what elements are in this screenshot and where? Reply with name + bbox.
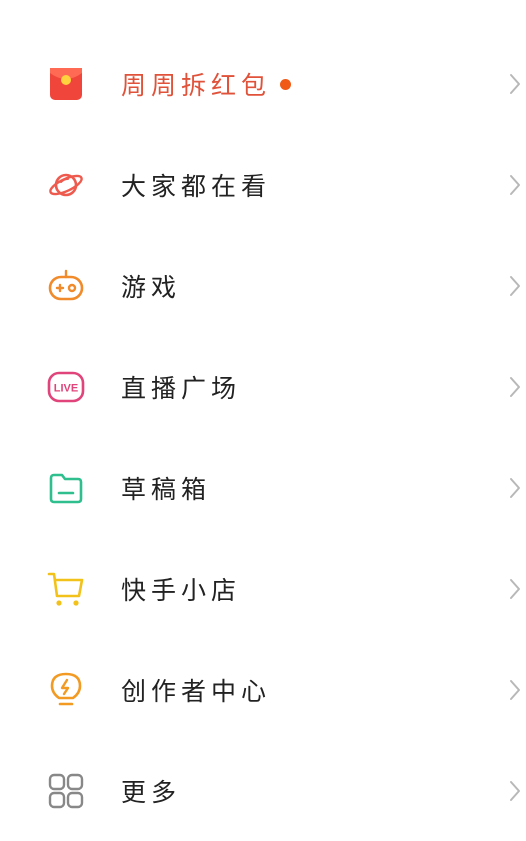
chevron-right-icon xyxy=(508,375,522,399)
menu-item-label: 快手小店 xyxy=(121,576,242,605)
chevron-right-icon xyxy=(508,779,522,803)
menu-item-label: 草稿箱 xyxy=(121,475,212,504)
menu-item-red-envelope[interactable]: 周周拆红包 xyxy=(0,34,526,134)
menu-item-label: 游戏 xyxy=(121,273,182,302)
menu-item-label: 周周拆红包 xyxy=(121,71,272,100)
menu-item-drafts[interactable]: 草稿箱 xyxy=(0,438,526,538)
menu-item-trending[interactable]: 大家都在看 xyxy=(0,135,526,235)
chevron-right-icon xyxy=(508,678,522,702)
gamepad-icon xyxy=(47,267,85,305)
menu-item-label: 更多 xyxy=(121,778,182,807)
menu-item-games[interactable]: 游戏 xyxy=(0,236,526,336)
menu-item-label: 大家都在看 xyxy=(121,172,272,201)
planet-icon xyxy=(47,166,85,204)
lightbulb-icon xyxy=(47,671,85,709)
notification-dot xyxy=(280,79,291,90)
menu-item-more[interactable]: 更多 xyxy=(0,741,526,841)
chevron-right-icon xyxy=(508,274,522,298)
grid-icon xyxy=(47,772,85,810)
chevron-right-icon xyxy=(508,72,522,96)
menu-list: 周周拆红包 大家都在看 游戏 LIVE 直播广场 草稿箱 快手小店 创作者中心 … xyxy=(0,0,526,818)
chevron-right-icon xyxy=(508,173,522,197)
menu-item-creator-center[interactable]: 创作者中心 xyxy=(0,640,526,740)
menu-item-label: 创作者中心 xyxy=(121,677,272,706)
menu-item-live-plaza[interactable]: LIVE 直播广场 xyxy=(0,337,526,437)
red-envelope-icon xyxy=(47,65,85,103)
live-badge-text: LIVE xyxy=(54,383,78,395)
menu-item-kuaishou-store[interactable]: 快手小店 xyxy=(0,539,526,639)
folder-icon xyxy=(47,469,85,507)
live-badge-icon: LIVE xyxy=(47,368,85,406)
shopping-cart-icon xyxy=(47,570,85,608)
chevron-right-icon xyxy=(508,476,522,500)
chevron-right-icon xyxy=(508,577,522,601)
menu-item-label: 直播广场 xyxy=(121,374,242,403)
